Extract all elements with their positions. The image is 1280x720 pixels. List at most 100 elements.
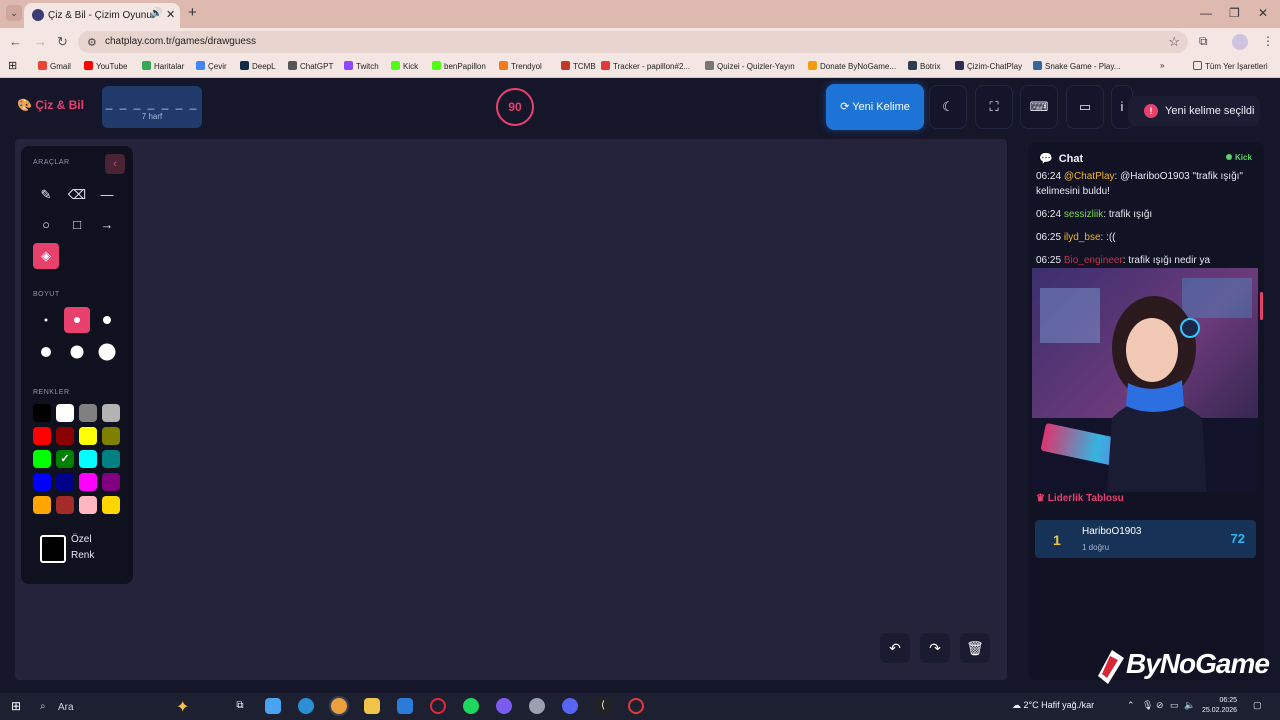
restore-icon[interactable]: ❐	[1229, 6, 1240, 20]
redo-button[interactable]: ↷	[920, 633, 950, 663]
bookmark-item[interactable]: Tracker - papillon#2...	[601, 61, 690, 71]
size-option-3[interactable]	[94, 307, 120, 333]
bookmarks-overflow-icon[interactable]: »	[1160, 61, 1164, 70]
weather-widget[interactable]: ☁ 2°C Hafif yağ./kar	[1012, 700, 1094, 711]
speaker-icon[interactable]: 🔊	[150, 8, 162, 19]
all-bookmarks[interactable]: Tüm Yer İşaretleri	[1193, 61, 1268, 71]
collapse-panel-button[interactable]: ‹	[105, 154, 125, 174]
bookmark-item[interactable]: Kick	[391, 61, 418, 71]
rectangle-tool[interactable]: □	[64, 212, 90, 238]
color-swatch[interactable]	[102, 473, 120, 491]
system-clock[interactable]: 06:25 25.02.2026	[1202, 696, 1237, 716]
task-view-icon[interactable]: ⧉	[232, 698, 248, 714]
color-swatch[interactable]	[33, 427, 51, 445]
size-option-1[interactable]	[33, 307, 59, 333]
discord-icon[interactable]	[562, 698, 578, 714]
app-logo[interactable]: 🎨 Çiz & Bil	[17, 98, 84, 112]
bookmark-item[interactable]: Gmail	[38, 61, 71, 71]
apps-grid-icon[interactable]: ⊞	[8, 59, 17, 72]
taskbar-search[interactable]: ⌕ Ara ✦	[30, 695, 220, 718]
fill-tool[interactable]: ◈	[33, 243, 59, 269]
pencil-tool[interactable]: ✎	[33, 182, 59, 208]
extensions-icon[interactable]: ⧉	[1199, 34, 1208, 49]
circle-tool[interactable]: ○	[33, 212, 59, 238]
color-swatch[interactable]	[33, 496, 51, 514]
size-option-2[interactable]	[64, 307, 90, 333]
copilot-icon[interactable]	[265, 698, 281, 714]
app-icon[interactable]	[496, 698, 512, 714]
dark-mode-button[interactable]: ☾	[929, 85, 967, 129]
close-tab-icon[interactable]: ✕	[166, 8, 175, 21]
minimize-icon[interactable]: —	[1200, 6, 1212, 20]
color-swatch[interactable]	[56, 496, 74, 514]
color-swatch[interactable]	[79, 404, 97, 422]
custom-color-label[interactable]: Özel Renk	[71, 532, 117, 564]
obs-icon[interactable]	[628, 698, 644, 714]
forward-icon[interactable]: →	[34, 34, 47, 49]
capcut-icon[interactable]: ⟨	[595, 698, 611, 714]
bookmark-item[interactable]: Donate ByNoGame...	[808, 61, 896, 71]
bookmark-item[interactable]: YouTube	[84, 61, 127, 71]
fullscreen-button[interactable]: ⛶	[975, 85, 1013, 129]
bookmark-item[interactable]: Botrix	[908, 61, 940, 71]
bookmark-item[interactable]: Quizei - Quizler-Yayın	[705, 61, 795, 71]
browser-menu-icon[interactable]: ⋮	[1262, 34, 1274, 48]
color-swatch[interactable]	[56, 427, 74, 445]
back-icon[interactable]: ←	[9, 34, 22, 49]
color-swatch[interactable]	[56, 473, 74, 491]
new-word-button[interactable]: ⟳ Yeni Kelime	[826, 84, 924, 130]
url-field[interactable]: ⚙ chatplay.com.tr/games/drawguess ☆	[78, 31, 1188, 53]
chat-scrollbar[interactable]	[1260, 292, 1263, 320]
message-user[interactable]: Bio_engineer	[1064, 255, 1123, 266]
notifications-icon[interactable]: ▢	[1253, 700, 1262, 711]
tray-overflow-icon[interactable]: ⌃	[1127, 700, 1135, 711]
undo-button[interactable]: ↶	[880, 633, 910, 663]
mic-mute-icon[interactable]: ⊘	[1156, 700, 1164, 711]
window-close-icon[interactable]: ✕	[1258, 6, 1268, 20]
archive-button[interactable]: ▭	[1066, 85, 1104, 129]
settings-app-icon[interactable]	[529, 698, 545, 714]
color-swatch[interactable]	[79, 450, 97, 468]
message-user[interactable]: sessizliik	[1064, 209, 1103, 220]
clear-canvas-button[interactable]: 🗑	[960, 633, 990, 663]
bookmark-item[interactable]: Trendyol	[499, 61, 542, 71]
color-swatch[interactable]	[79, 496, 97, 514]
color-swatch[interactable]	[102, 427, 120, 445]
color-swatch[interactable]	[102, 450, 120, 468]
network-icon[interactable]: ▭	[1170, 700, 1179, 711]
color-swatch[interactable]: ✓	[56, 450, 74, 468]
drawing-canvas[interactable]	[15, 139, 1007, 680]
color-swatch[interactable]	[33, 404, 51, 422]
bookmark-item[interactable]: Haritalar	[142, 61, 184, 71]
volume-icon[interactable]: 🔈	[1184, 700, 1195, 711]
chrome-icon[interactable]	[331, 698, 347, 714]
spotify-icon[interactable]	[463, 698, 479, 714]
color-swatch[interactable]	[56, 404, 74, 422]
color-swatch[interactable]	[79, 473, 97, 491]
windows-start-icon[interactable]: ⊞	[8, 698, 24, 714]
bookmark-item[interactable]: Çevir	[196, 61, 227, 71]
site-info-icon[interactable]: ⚙	[87, 36, 97, 49]
bookmark-item[interactable]: DeepL	[240, 61, 276, 71]
reload-icon[interactable]: ↻	[57, 34, 68, 50]
eraser-tool[interactable]: ⌫	[64, 182, 90, 208]
profile-avatar[interactable]	[1232, 34, 1248, 50]
color-swatch[interactable]	[102, 404, 120, 422]
bookmark-item[interactable]: TCMB	[561, 61, 596, 71]
size-option-6[interactable]	[94, 339, 120, 365]
file-explorer-icon[interactable]	[364, 698, 380, 714]
size-option-5[interactable]	[64, 339, 90, 365]
color-swatch[interactable]	[102, 496, 120, 514]
color-swatch[interactable]	[79, 427, 97, 445]
color-swatch[interactable]	[33, 450, 51, 468]
browser-tab[interactable]: Çiz & Bil - Çizim Oyunu 🔊 ✕	[24, 3, 180, 28]
arrow-tool[interactable]: →	[94, 212, 120, 238]
color-swatch[interactable]	[33, 473, 51, 491]
bookmark-item[interactable]: Twitch	[344, 61, 379, 71]
bookmark-item[interactable]: benPapillon	[432, 61, 486, 71]
mail-icon[interactable]	[397, 698, 413, 714]
bookmark-item[interactable]: Snake Game - Play...	[1033, 61, 1120, 71]
custom-color-swatch[interactable]	[40, 535, 66, 563]
bookmark-item[interactable]: ChatGPT	[288, 61, 333, 71]
edge-icon[interactable]	[298, 698, 314, 714]
